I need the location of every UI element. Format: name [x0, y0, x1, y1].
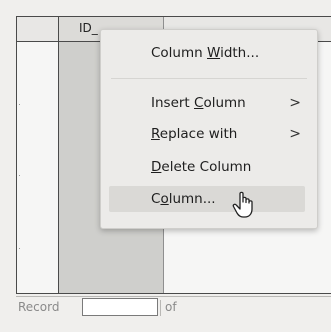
column-header-label: ID_	[79, 21, 98, 35]
menu-separator	[111, 78, 307, 79]
submenu-arrow-icon: >	[289, 126, 301, 142]
submenu-arrow-icon: >	[289, 95, 301, 111]
record-number-input[interactable]	[82, 298, 158, 316]
grid-dot	[19, 104, 20, 105]
record-navigation-bar: Record of	[16, 296, 331, 317]
grid-dot	[19, 248, 20, 249]
menu-item-replace-with[interactable]: Replace with >	[101, 121, 317, 147]
record-of-label: of	[160, 300, 177, 316]
menu-item-column-width[interactable]: Column Width...	[101, 40, 317, 66]
record-label: Record	[18, 300, 60, 314]
mouse-pointer-icon	[232, 191, 253, 218]
corner-cell[interactable]	[17, 17, 59, 41]
menu-item-insert-column[interactable]: Insert Column >	[101, 90, 317, 116]
grid-dot	[19, 175, 20, 176]
menu-item-delete-column[interactable]: Delete Column	[101, 154, 317, 180]
column-context-menu: Column Width... Insert Column > Replace …	[100, 29, 318, 229]
menu-item-column-properties[interactable]: Column...	[109, 186, 305, 212]
row-header-column[interactable]	[17, 42, 59, 293]
